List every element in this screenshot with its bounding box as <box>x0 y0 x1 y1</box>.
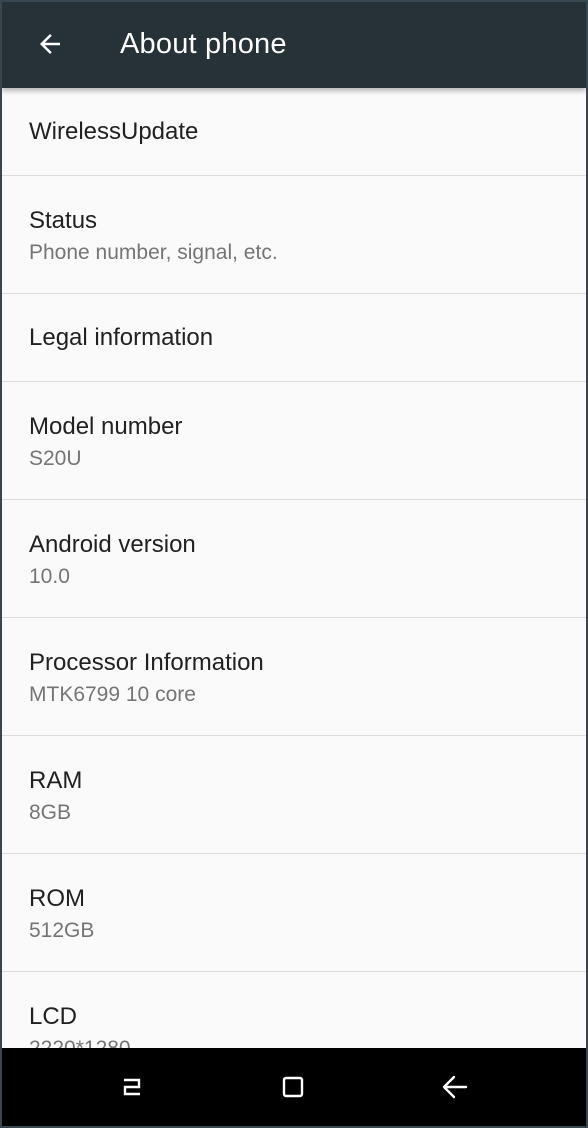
item-summary: S20U <box>29 447 82 470</box>
settings-list[interactable]: WirelessUpdate Status Phone number, sign… <box>2 88 586 1048</box>
item-title: RAM <box>29 767 83 794</box>
list-item-processor-information[interactable]: Processor Information MTK6799 10 core <box>2 618 586 736</box>
item-title: Processor Information <box>29 649 264 676</box>
page-title: About phone <box>120 28 287 60</box>
list-item-wireless-update[interactable]: WirelessUpdate <box>2 88 586 176</box>
home-button[interactable] <box>265 1062 321 1112</box>
list-item-lcd[interactable]: LCD 2220*1280 <box>2 972 586 1048</box>
item-title: LCD <box>29 1003 78 1030</box>
item-summary: 10.0 <box>29 565 70 588</box>
item-summary: 512GB <box>29 919 95 942</box>
list-item-android-version[interactable]: Android version 10.0 <box>2 500 586 618</box>
list-item-rom[interactable]: ROM 512GB <box>2 854 586 972</box>
item-title: Legal information <box>29 324 214 351</box>
about-phone-screen: About phone WirelessUpdate Status Phone … <box>0 0 588 1128</box>
navigation-bar <box>2 1048 586 1126</box>
recents-button[interactable] <box>104 1062 160 1112</box>
item-title: Status <box>29 207 98 234</box>
list-item-status[interactable]: Status Phone number, signal, etc. <box>2 176 586 294</box>
item-summary: 8GB <box>29 801 72 824</box>
item-title: WirelessUpdate <box>29 118 199 145</box>
arrow-left-icon <box>40 34 60 54</box>
app-bar: About phone <box>2 2 586 88</box>
back-button[interactable] <box>28 22 72 66</box>
recents-icon <box>123 1078 141 1096</box>
home-icon <box>282 1076 304 1098</box>
list-item-legal-information[interactable]: Legal information <box>2 294 586 382</box>
item-title: ROM <box>29 885 85 912</box>
list-item-ram[interactable]: RAM 8GB <box>2 736 586 854</box>
item-title: Android version <box>29 531 196 558</box>
item-summary: Phone number, signal, etc. <box>29 241 278 264</box>
list-item-model-number[interactable]: Model number S20U <box>2 382 586 500</box>
item-title: Model number <box>29 413 183 440</box>
item-summary: 2220*1280 <box>29 1036 131 1048</box>
item-summary: MTK6799 10 core <box>29 683 196 706</box>
back-icon <box>442 1075 468 1099</box>
system-back-button[interactable] <box>427 1062 483 1112</box>
